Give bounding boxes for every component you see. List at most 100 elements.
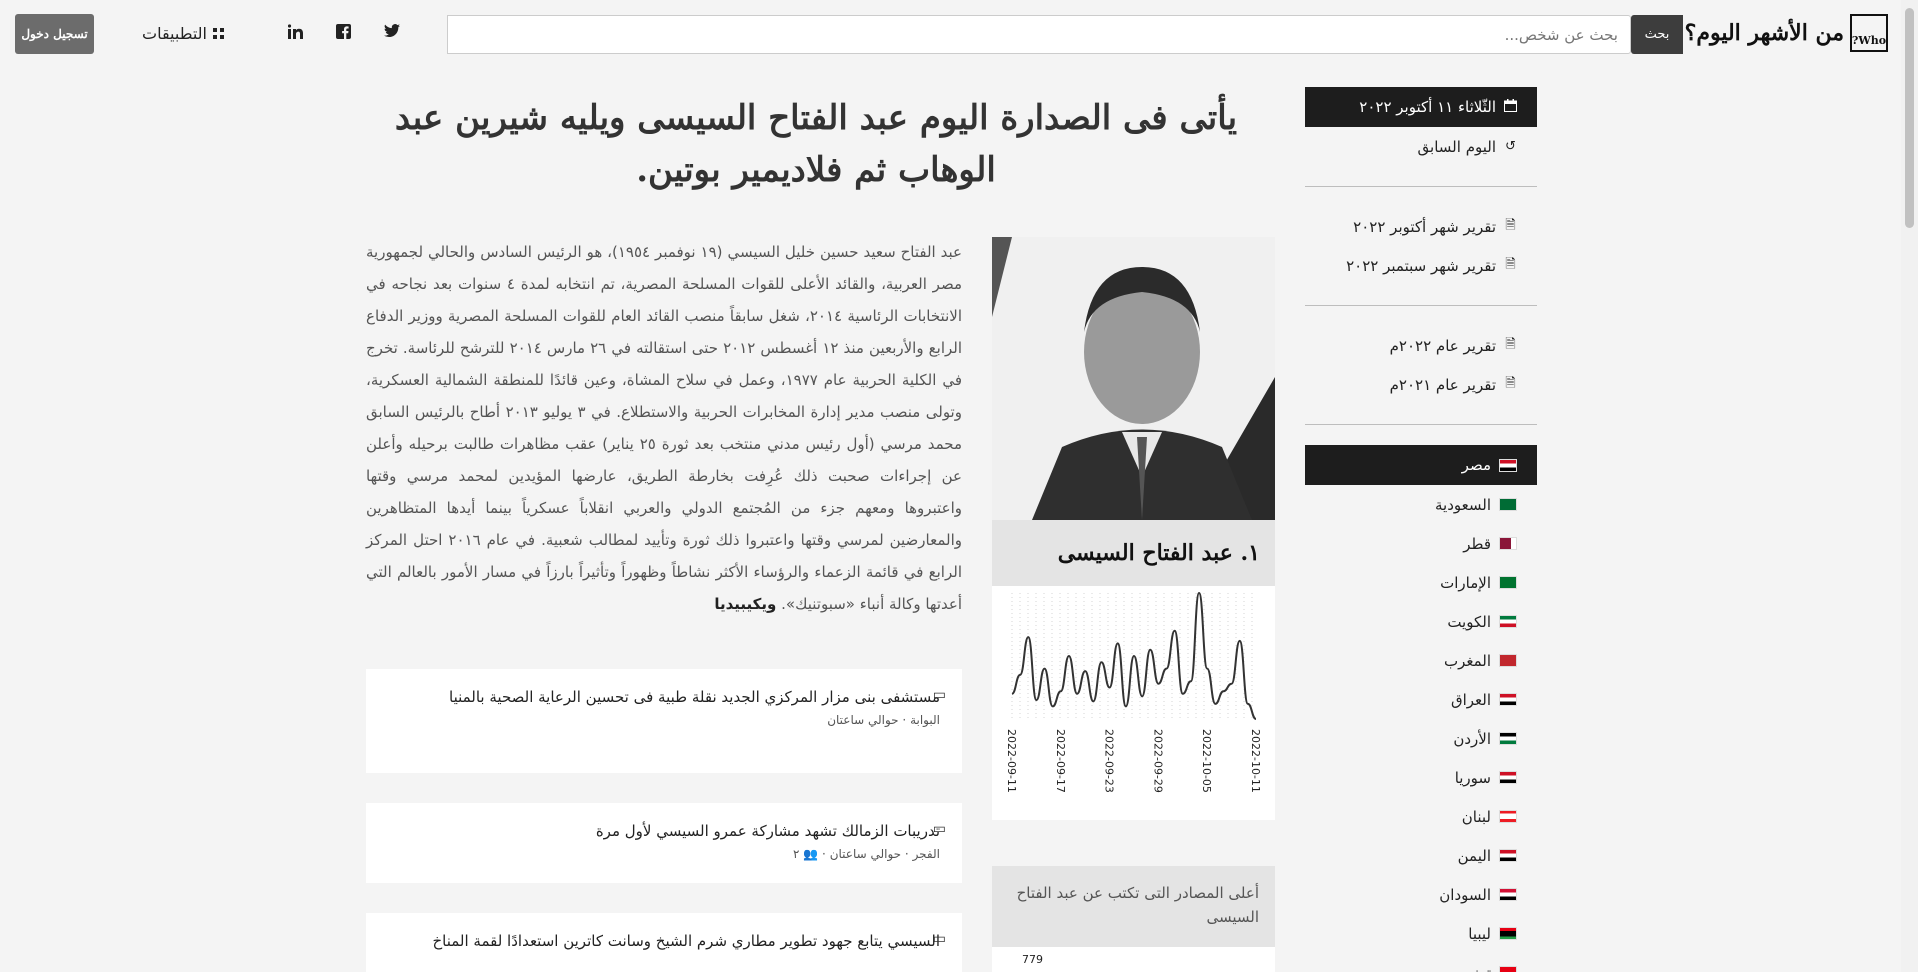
syria-flag-icon: [1499, 771, 1517, 784]
saudi-flag-icon: [1499, 498, 1517, 511]
sidebar-previous-day-label: اليوم السابق: [1417, 137, 1496, 156]
bio-source-link[interactable]: ويكيبيديا: [714, 595, 776, 613]
country-label: الإمارات: [1440, 573, 1491, 592]
x-tick-label: 2022-09-17: [1054, 729, 1067, 793]
sidebar: الثّلاثاء ١١ أكتوبر ٢٠٢٢ ↺ اليوم السابق …: [1305, 87, 1537, 972]
login-button[interactable]: تسجيل دخول: [15, 14, 94, 54]
document-icon: 🗎: [1505, 336, 1516, 352]
egypt-flag-icon: [1499, 458, 1517, 472]
x-tick-label: 2022-09-23: [1103, 729, 1116, 793]
sidebar-country-sudan[interactable]: السودان: [1305, 875, 1537, 914]
sidebar-country-syria[interactable]: سوريا: [1305, 758, 1537, 797]
sidebar-country-egypt[interactable]: مصر: [1305, 445, 1537, 485]
sidebar-country-morocco[interactable]: المغرب: [1305, 641, 1537, 680]
sidebar-date[interactable]: الثّلاثاء ١١ أكتوبر ٢٠٢٢: [1305, 87, 1537, 127]
bio-text: عبد الفتاح سعيد حسين خليل السيسي (١٩ نوف…: [366, 236, 962, 620]
news-card[interactable]: ▭ السيسي يتابع جهود تطوير مطاري شرم الشي…: [366, 913, 962, 972]
sidebar-date-label: الثّلاثاء ١١ أكتوبر ٢٠٢٢: [1359, 98, 1496, 116]
meta-separator: ·: [902, 713, 907, 727]
country-label: العراق: [1450, 690, 1491, 709]
top-sources-value: 779: [1022, 953, 1043, 966]
search-bar: بحث: [447, 15, 1683, 54]
profile-card: ١. عبد الفتاح السيسى 2022-09-11 2022-09-1…: [992, 237, 1275, 820]
country-label: مصر: [1461, 456, 1491, 474]
lebanon-flag-icon: [1499, 810, 1517, 823]
sidebar-country-qatar[interactable]: قطر: [1305, 524, 1537, 563]
news-source: الفجر: [912, 847, 940, 861]
sidebar-country-iraq[interactable]: العراق: [1305, 680, 1537, 719]
twitter-icon[interactable]: [384, 24, 400, 43]
news-title[interactable]: السيسي يتابع جهود تطوير مطاري شرم الشيخ …: [426, 929, 940, 953]
apps-label: التطبيقات: [142, 24, 207, 43]
sidebar-report-month[interactable]: 🗎 تقرير شهر أكتوبر ٢٠٢٢: [1305, 207, 1537, 246]
news-meta: الفجر · حوالي ساعتان · 👥 ٢: [426, 847, 940, 861]
sidebar-report-year[interactable]: 🗎 تقرير عام ٢٠٢١م: [1305, 365, 1537, 404]
sidebar-report-year[interactable]: 🗎 تقرير عام ٢٠٢٢م: [1305, 326, 1537, 365]
profile-photo[interactable]: [992, 237, 1275, 520]
logo-text: من الأشهر اليوم؟: [1684, 20, 1844, 46]
grid-icon: [212, 24, 224, 43]
divider: [1305, 305, 1537, 306]
jordan-flag-icon: [1499, 732, 1517, 745]
page-headline: يأتى فى الصدارة اليوم عبد الفتاح السيسى …: [394, 98, 1238, 190]
sidebar-country-lebanon[interactable]: لبنان: [1305, 797, 1537, 836]
sidebar-report-month-label: تقرير شهر أكتوبر ٢٠٢٢: [1353, 217, 1496, 236]
apps-link[interactable]: التطبيقات: [142, 24, 224, 43]
kuwait-flag-icon: [1499, 615, 1517, 628]
news-card[interactable]: ▭ مستشفى بنى مزار المركزي الجديد نقلة طب…: [366, 669, 962, 773]
document-icon: 🗎: [1505, 217, 1516, 233]
popularity-chart: 2022-09-11 2022-09-17 2022-09-23 2022-09-29…: [1008, 591, 1260, 793]
top-bar: Who? من الأشهر اليوم؟ بحث التطبيقات تسجي…: [0, 0, 1918, 68]
sidebar-country-libya[interactable]: ليبيا: [1305, 914, 1537, 953]
sudan-flag-icon: [1499, 888, 1517, 901]
undo-icon: ↺: [1505, 139, 1516, 154]
news-shares: ٢: [792, 847, 800, 861]
sidebar-previous-day[interactable]: ↺ اليوم السابق: [1305, 127, 1537, 166]
divider: [1305, 424, 1537, 425]
sidebar-country-kuwait[interactable]: الكويت: [1305, 602, 1537, 641]
meta-separator: ·: [822, 847, 826, 861]
sidebar-country-jordan[interactable]: الأردن: [1305, 719, 1537, 758]
country-label: سوريا: [1454, 768, 1491, 787]
article-icon: ▭: [932, 821, 946, 837]
meta-separator: ·: [904, 847, 909, 861]
bio-paragraph: عبد الفتاح سعيد حسين خليل السيسي (١٩ نوف…: [366, 243, 963, 613]
scroll-thumb[interactable]: [1905, 8, 1914, 228]
sidebar-report-year-label: تقرير عام ٢٠٢١م: [1389, 375, 1496, 394]
series-line: [1011, 591, 1257, 720]
linkedin-icon[interactable]: [287, 24, 303, 44]
iraq-flag-icon: [1499, 693, 1517, 706]
sidebar-country-uae[interactable]: الإمارات: [1305, 563, 1537, 602]
divider: [1305, 186, 1537, 187]
news-title[interactable]: مستشفى بنى مزار المركزي الجديد نقلة طبية…: [426, 685, 940, 709]
news-title[interactable]: تدريبات الزمالك تشهد مشاركة عمرو السيسي …: [426, 819, 940, 843]
news-time: حوالي ساعتان: [827, 713, 899, 727]
sidebar-report-month[interactable]: 🗎 تقرير شهر سبتمبر ٢٠٢٢: [1305, 246, 1537, 285]
top-sources-title: أعلى المصادر التى تكتب عن عبد الفتاح الس…: [1016, 884, 1259, 926]
sidebar-report-year-label: تقرير عام ٢٠٢٢م: [1389, 336, 1496, 355]
libya-flag-icon: [1499, 927, 1517, 940]
tunisia-flag-icon: [1499, 966, 1517, 972]
top-sources-box: أعلى المصادر التى تكتب عن عبد الفتاح الس…: [992, 866, 1275, 972]
country-label: المغرب: [1443, 651, 1491, 670]
site-logo[interactable]: Who? من الأشهر اليوم؟: [1685, 14, 1888, 52]
sidebar-country-saudi[interactable]: السعودية: [1305, 485, 1537, 524]
country-label: ليبيا: [1468, 924, 1491, 943]
page-scrollbar[interactable]: [1901, 0, 1918, 972]
country-label: تونس: [1456, 964, 1491, 972]
x-tick-label: 2022-09-29: [1151, 729, 1164, 793]
news-time: حوالي ساعتان: [829, 847, 902, 861]
search-button[interactable]: بحث: [1631, 15, 1683, 54]
country-label: لبنان: [1461, 807, 1491, 826]
news-card[interactable]: ▭ تدريبات الزمالك تشهد مشاركة عمرو السيس…: [366, 803, 962, 883]
search-input[interactable]: [447, 15, 1631, 54]
users-icon: 👥: [803, 847, 819, 861]
sidebar-country-yemen[interactable]: اليمن: [1305, 836, 1537, 875]
article-icon: ▭: [932, 687, 946, 703]
article-icon: ▭: [932, 931, 946, 947]
facebook-icon[interactable]: [336, 24, 351, 44]
morocco-flag-icon: [1499, 654, 1517, 667]
x-tick-label: 2022-09-11: [1008, 729, 1018, 793]
profile-rank-name[interactable]: ١. عبد الفتاح السيسى: [992, 520, 1275, 586]
sidebar-country-tunisia[interactable]: تونس: [1305, 953, 1537, 972]
